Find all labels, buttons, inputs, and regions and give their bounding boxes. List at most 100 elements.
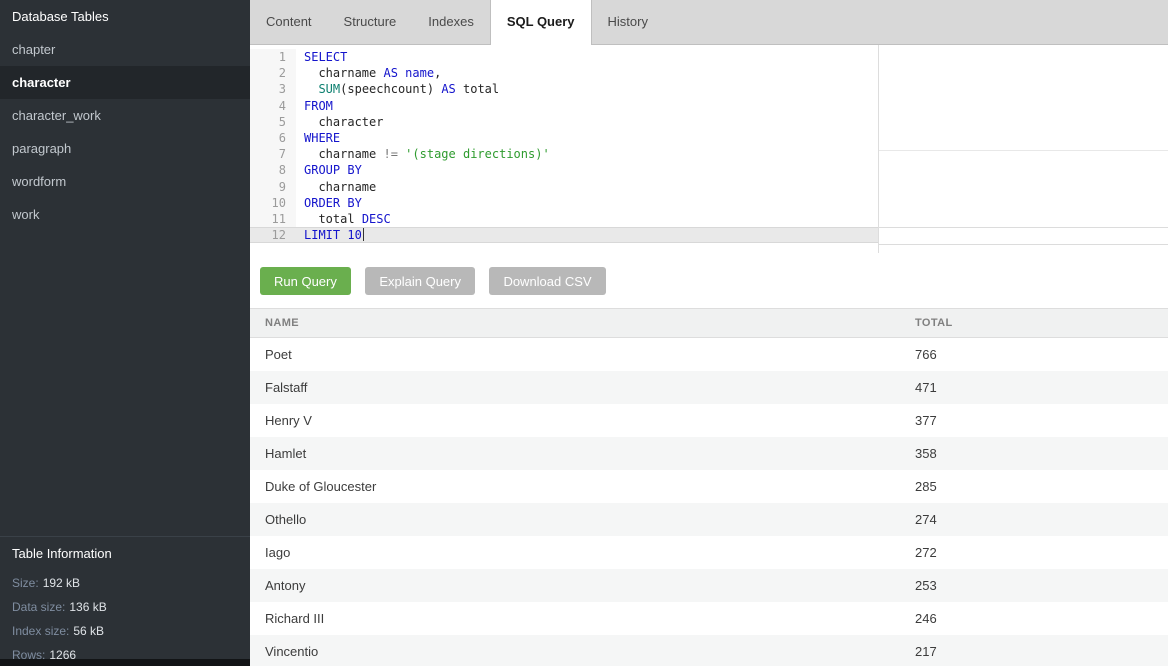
table-info-stat: Index size:56 kB bbox=[12, 619, 250, 643]
cell-name: Richard III bbox=[250, 602, 915, 635]
token-pl bbox=[456, 82, 463, 96]
token-kw: DESC bbox=[362, 212, 391, 226]
sidebar-item-work[interactable]: work bbox=[0, 198, 250, 231]
tab-history[interactable]: History bbox=[592, 0, 664, 44]
code-line[interactable]: 7 charname != '(stage directions)' bbox=[250, 146, 878, 162]
cell-total: 272 bbox=[915, 536, 1168, 569]
line-number: 12 bbox=[250, 227, 296, 243]
sidebar-item-chapter[interactable]: chapter bbox=[0, 33, 250, 66]
tab-indexes[interactable]: Indexes bbox=[412, 0, 490, 44]
token-kw: FROM bbox=[304, 99, 333, 113]
line-code[interactable]: charname != '(stage directions)' bbox=[296, 146, 550, 162]
download-csv-button[interactable]: Download CSV bbox=[489, 267, 605, 295]
cell-name: Othello bbox=[250, 503, 915, 536]
cell-total: 285 bbox=[915, 470, 1168, 503]
line-code[interactable]: SUM(speechcount) AS total bbox=[296, 81, 499, 97]
token-pl bbox=[304, 82, 318, 96]
line-code[interactable]: FROM bbox=[296, 98, 333, 114]
results-table: NAMETOTAL Poet766Falstaff471Henry V377Ha… bbox=[250, 308, 1168, 666]
code-lines[interactable]: 1SELECT2 charname AS name,3 SUM(speechco… bbox=[250, 45, 878, 243]
table-information-panel: Table Information Size:192 kBData size:1… bbox=[0, 536, 250, 666]
code-line[interactable]: 2 charname AS name, bbox=[250, 65, 878, 81]
token-id: charname bbox=[318, 147, 376, 161]
stat-value: 192 kB bbox=[43, 576, 80, 590]
code-line[interactable]: 11 total DESC bbox=[250, 211, 878, 227]
line-code[interactable]: GROUP BY bbox=[296, 162, 362, 178]
cell-total: 377 bbox=[915, 404, 1168, 437]
line-code[interactable]: LIMIT 10 bbox=[296, 227, 364, 243]
code-line[interactable]: 4 FROM bbox=[250, 98, 878, 114]
token-pl bbox=[304, 115, 318, 129]
token-kw: WHERE bbox=[304, 131, 340, 145]
table-list: chaptercharactercharacter_workparagraphw… bbox=[0, 33, 250, 231]
code-line[interactable]: 3 SUM(speechcount) AS total bbox=[250, 81, 878, 97]
results-body: Poet766Falstaff471Henry V377Hamlet358Duk… bbox=[250, 338, 1168, 666]
cell-total: 246 bbox=[915, 602, 1168, 635]
token-pl: , bbox=[434, 66, 441, 80]
token-kw: name bbox=[405, 66, 434, 80]
stat-value: 56 kB bbox=[73, 624, 104, 638]
table-row: Richard III246 bbox=[250, 602, 1168, 635]
cell-total: 766 bbox=[915, 338, 1168, 371]
column-header-total: TOTAL bbox=[915, 309, 1168, 337]
line-code[interactable]: SELECT bbox=[296, 49, 347, 65]
token-id: total bbox=[463, 82, 499, 96]
sql-editor[interactable]: 1SELECT2 charname AS name,3 SUM(speechco… bbox=[250, 45, 1168, 253]
table-row: Poet766 bbox=[250, 338, 1168, 371]
token-kw: AS bbox=[441, 82, 455, 96]
line-code[interactable]: total DESC bbox=[296, 211, 391, 227]
results-header: NAMETOTAL bbox=[250, 308, 1168, 338]
token-op: != bbox=[383, 147, 397, 161]
stat-label: Size: bbox=[12, 576, 39, 590]
line-code[interactable]: ORDER BY bbox=[296, 195, 362, 211]
code-line[interactable]: 10 ORDER BY bbox=[250, 195, 878, 211]
sidebar-item-character[interactable]: character bbox=[0, 66, 250, 99]
line-number: 10 bbox=[250, 195, 296, 211]
code-line[interactable]: 6WHERE bbox=[250, 130, 878, 146]
code-line[interactable]: 1SELECT bbox=[250, 49, 878, 65]
sidebar-item-wordform[interactable]: wordform bbox=[0, 165, 250, 198]
line-number: 9 bbox=[250, 179, 296, 195]
cell-name: Iago bbox=[250, 536, 915, 569]
sidebar-bottom-strip bbox=[0, 659, 250, 666]
line-code[interactable]: charname bbox=[296, 179, 376, 195]
table-info-stat: Size: 192 kB bbox=[12, 571, 250, 595]
cell-total: 253 bbox=[915, 569, 1168, 602]
explain-query-button[interactable]: Explain Query bbox=[365, 267, 475, 295]
table-row: Vincentio217 bbox=[250, 635, 1168, 666]
tab-content[interactable]: Content bbox=[250, 0, 328, 44]
table-info-stats: Size:192 kBData size:136 kBIndex size:56… bbox=[12, 571, 250, 666]
code-line[interactable]: 5 character bbox=[250, 114, 878, 130]
table-info-title: Table Information bbox=[12, 537, 250, 571]
token-kw: ORDER BY bbox=[304, 196, 362, 210]
sidebar-title: Database Tables bbox=[0, 0, 250, 33]
query-actions: Run Query Explain Query Download CSV bbox=[260, 267, 1168, 295]
code-line[interactable]: 9 charname bbox=[250, 179, 878, 195]
cell-total: 471 bbox=[915, 371, 1168, 404]
line-number: 11 bbox=[250, 211, 296, 227]
line-code[interactable]: charname AS name, bbox=[296, 65, 441, 81]
active-line-edge bbox=[879, 227, 1168, 245]
run-query-button[interactable]: Run Query bbox=[260, 267, 351, 295]
token-id: total bbox=[318, 212, 354, 226]
table-row: Iago272 bbox=[250, 536, 1168, 569]
line-number: 4 bbox=[250, 98, 296, 114]
token-id: charname bbox=[318, 66, 376, 80]
line-code[interactable]: character bbox=[296, 114, 383, 130]
token-pl bbox=[355, 212, 362, 226]
tabbar: ContentStructureIndexesSQL QueryHistory bbox=[250, 0, 1168, 45]
token-pl: ) bbox=[427, 82, 441, 96]
tab-sql-query[interactable]: SQL Query bbox=[490, 0, 592, 45]
table-row: Falstaff471 bbox=[250, 371, 1168, 404]
sidebar-item-character_work[interactable]: character_work bbox=[0, 99, 250, 132]
sidebar: Database Tables chaptercharactercharacte… bbox=[0, 0, 250, 666]
code-line[interactable]: 12LIMIT 10 bbox=[250, 227, 878, 243]
code-line[interactable]: 8GROUP BY bbox=[250, 162, 878, 178]
cell-total: 358 bbox=[915, 437, 1168, 470]
editor-right-panel bbox=[878, 45, 1168, 253]
tab-structure[interactable]: Structure bbox=[328, 0, 413, 44]
sidebar-item-paragraph[interactable]: paragraph bbox=[0, 132, 250, 165]
line-number: 5 bbox=[250, 114, 296, 130]
line-code[interactable]: WHERE bbox=[296, 130, 340, 146]
token-id: charname bbox=[318, 180, 376, 194]
